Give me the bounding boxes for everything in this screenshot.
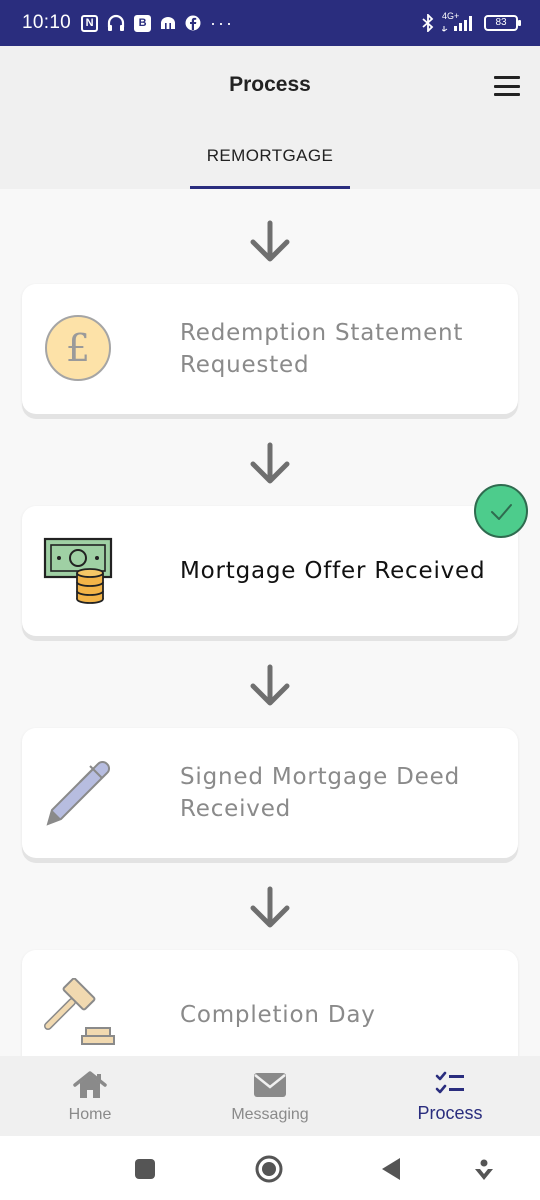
step-label: Signed Mortgage Deed Received [180, 764, 460, 822]
home-icon [73, 1071, 107, 1098]
step-card-signed-deed[interactable]: Signed Mortgage Deed Received [22, 728, 518, 858]
tab-remortgage[interactable]: REMORTGAGE [190, 142, 350, 189]
more-dots-icon: ··· [210, 12, 235, 33]
status-notification-icons: N B ··· [81, 13, 234, 34]
arrow-down-icon [250, 664, 290, 706]
status-bar: 10:10 N B ··· 4G+ 83 [0, 0, 540, 46]
hamburger-menu-icon[interactable] [494, 76, 520, 96]
back-icon[interactable] [376, 1154, 406, 1184]
arrow-down-icon [250, 442, 290, 484]
battery-level: 83 [495, 17, 507, 28]
check-icon [491, 504, 512, 520]
app-header: Process REMORTGAGE [0, 46, 540, 189]
page-title: Process [229, 73, 311, 96]
battery-icon: 83 [484, 15, 521, 31]
svg-text:£: £ [66, 326, 90, 370]
step-card-redemption-statement[interactable]: £ Redemption Statement Requested [22, 284, 518, 414]
nav-label: Home [68, 1106, 112, 1123]
facebook-icon [185, 15, 201, 31]
bluetooth-icon [422, 14, 434, 32]
nfc-icon: N [81, 14, 99, 32]
gavel-icon [44, 978, 115, 1045]
completed-badge [474, 484, 528, 538]
status-time: 10:10 [22, 12, 72, 33]
signal-icon: 4G+ [442, 11, 476, 32]
nav-home[interactable]: Home [0, 1056, 180, 1136]
step-label: Mortgage Offer Received [180, 558, 486, 584]
nav-label: Process [417, 1103, 483, 1123]
system-nav-bar [0, 1136, 540, 1200]
status-system-icons: 4G+ 83 [422, 11, 521, 32]
recent-apps-icon[interactable] [130, 1154, 160, 1184]
arrow-down-icon [250, 220, 290, 262]
pen-icon [46, 761, 110, 826]
nav-label: Messaging [231, 1106, 309, 1123]
headphones-icon [107, 14, 125, 31]
step-card-mortgage-offer[interactable]: Mortgage Offer Received [22, 484, 528, 636]
envelope-icon [254, 1073, 286, 1097]
money-stack-icon [43, 537, 113, 604]
assistant-icon[interactable] [469, 1154, 499, 1184]
tab-label: REMORTGAGE [206, 146, 334, 165]
tab-indicator [190, 186, 350, 189]
bottom-nav: Home Messaging Process [0, 1056, 540, 1136]
home-button-icon[interactable] [254, 1154, 284, 1184]
kakao-icon [161, 17, 176, 29]
step-label: Redemption Statement Requested [180, 320, 464, 378]
arrow-down-icon [250, 886, 290, 928]
pound-coin-icon: £ [45, 315, 111, 381]
nav-messaging[interactable]: Messaging [180, 1056, 360, 1136]
nav-process[interactable]: Process [360, 1056, 540, 1136]
checklist-icon [435, 1071, 464, 1094]
b-app-icon: B [134, 14, 152, 32]
